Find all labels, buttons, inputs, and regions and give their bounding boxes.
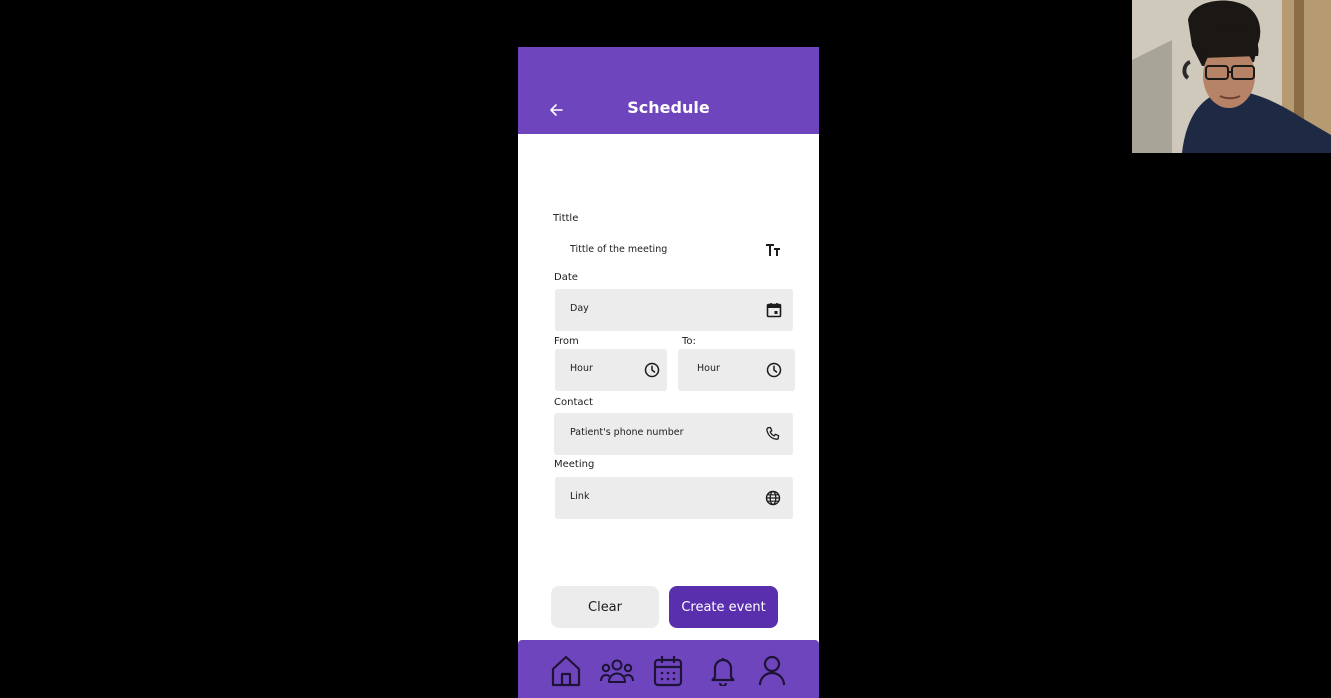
app-screen: Schedule Tittle Tittle of the meeting Da… xyxy=(518,47,819,698)
clear-button[interactable]: Clear xyxy=(551,586,659,628)
contact-label: Contact xyxy=(554,397,593,408)
bell-icon xyxy=(711,658,735,686)
create-event-button[interactable]: Create event xyxy=(669,586,778,628)
text-size-icon xyxy=(763,241,783,259)
calendar-icon xyxy=(653,656,683,687)
date-input[interactable]: Day xyxy=(555,289,793,331)
clock-icon xyxy=(765,361,783,379)
nav-patients[interactable] xyxy=(600,654,634,688)
globe-icon xyxy=(764,489,782,507)
nav-home[interactable] xyxy=(550,654,582,688)
bottom-nav xyxy=(518,640,819,698)
date-placeholder: Day xyxy=(570,303,589,314)
from-placeholder: Hour xyxy=(570,363,593,374)
contact-placeholder: Patient's phone number xyxy=(570,427,684,438)
users-icon xyxy=(600,659,634,683)
date-label: Date xyxy=(554,272,578,283)
meeting-placeholder: Link xyxy=(570,491,590,502)
title-label: Tittle xyxy=(553,213,579,224)
calendar-icon xyxy=(765,301,783,319)
nav-calendar[interactable] xyxy=(652,654,684,688)
to-time-input[interactable]: Hour xyxy=(678,349,795,391)
nav-profile[interactable] xyxy=(756,654,788,688)
to-placeholder: Hour xyxy=(697,363,720,374)
title-placeholder: Tittle of the meeting xyxy=(570,244,668,255)
webcam-video xyxy=(1132,0,1331,153)
from-label: From xyxy=(554,336,579,347)
nav-notifications[interactable] xyxy=(707,654,739,688)
profile-icon xyxy=(758,655,786,686)
meeting-link-input[interactable]: Link xyxy=(555,477,793,519)
to-label: To: xyxy=(682,336,696,347)
from-time-input[interactable]: Hour xyxy=(555,349,667,391)
meeting-label: Meeting xyxy=(554,459,595,470)
app-bar: Schedule xyxy=(518,47,819,134)
phone-icon xyxy=(764,425,782,443)
clock-icon xyxy=(643,361,661,379)
contact-input[interactable]: Patient's phone number xyxy=(554,413,793,455)
title-input[interactable]: Tittle of the meeting xyxy=(555,230,793,272)
person-video-image xyxy=(1132,0,1331,153)
page-title: Schedule xyxy=(627,98,710,117)
home-icon xyxy=(551,655,581,687)
